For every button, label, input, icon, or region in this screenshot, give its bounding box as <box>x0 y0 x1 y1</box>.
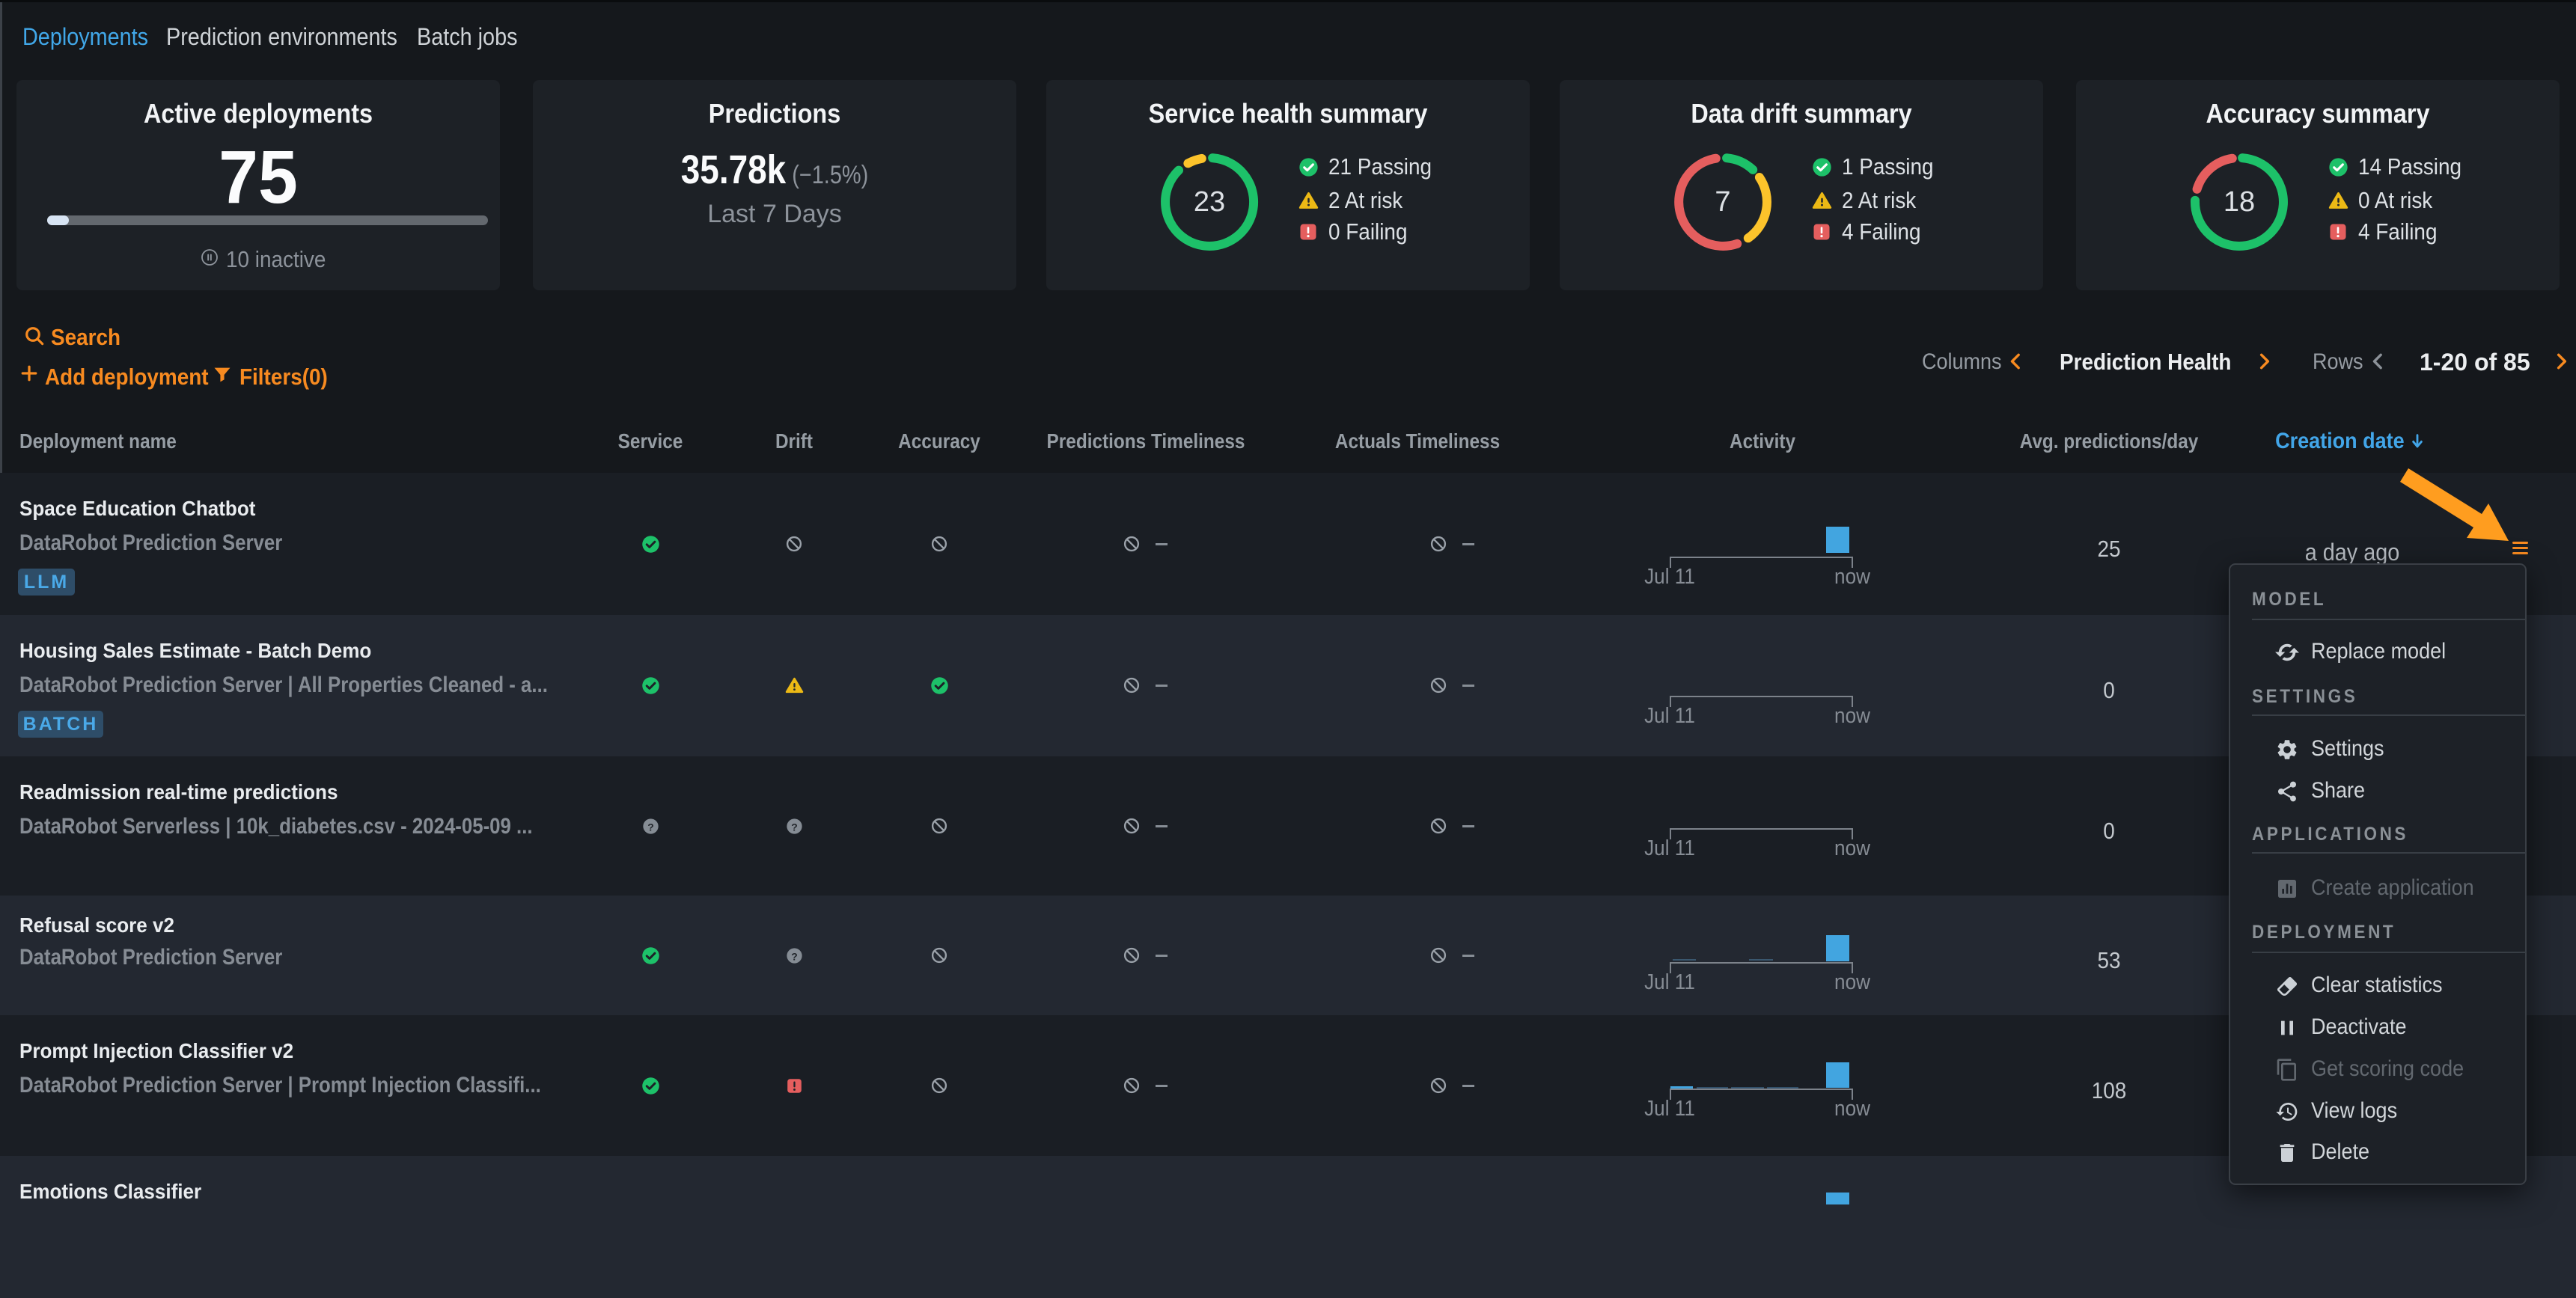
svg-text:23: 23 <box>1194 186 1225 218</box>
svg-text:?: ? <box>647 821 653 833</box>
svg-text:18: 18 <box>2224 186 2255 218</box>
svg-text:7: 7 <box>1715 186 1730 218</box>
svg-text:?: ? <box>791 821 797 833</box>
svg-text:?: ? <box>791 950 797 962</box>
